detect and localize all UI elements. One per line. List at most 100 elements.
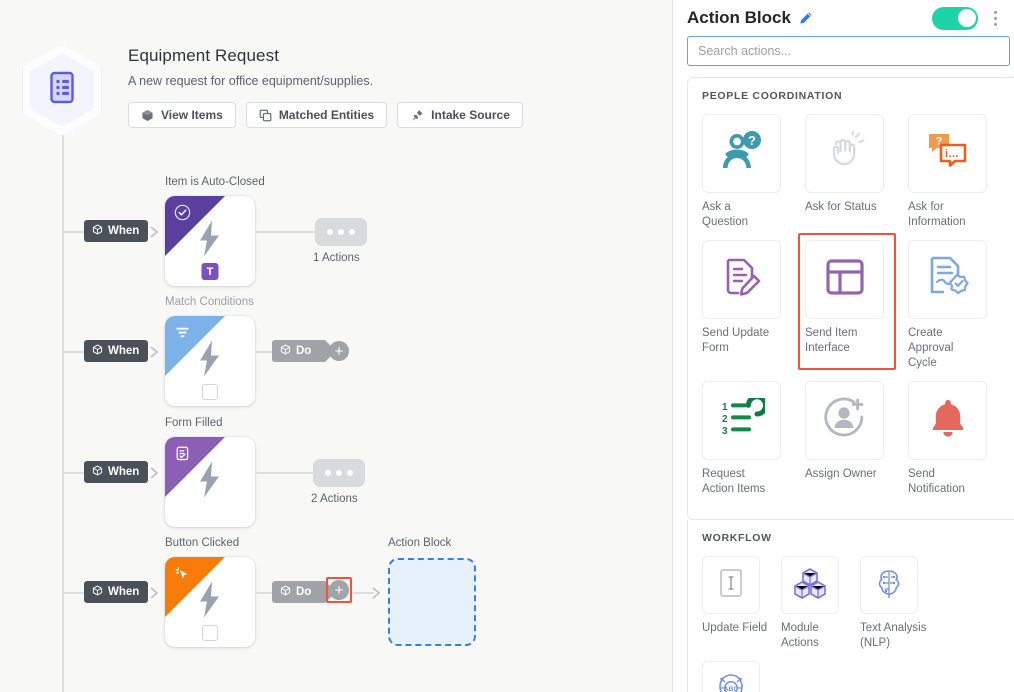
add-action-button[interactable]: + bbox=[329, 580, 349, 600]
action-card-label: Request Action Items bbox=[702, 467, 778, 497]
svg-text:i…: i… bbox=[944, 148, 958, 160]
pencil-icon[interactable] bbox=[799, 11, 813, 25]
flow-row-form-filled: Form Filled When bbox=[0, 417, 672, 547]
form-edit-icon bbox=[721, 256, 763, 303]
actions-count-label: 1 Actions bbox=[313, 252, 360, 264]
matched-entities-button[interactable]: Matched Entities bbox=[246, 102, 387, 128]
section-title: People Coordination bbox=[702, 90, 1014, 102]
when-chip-label: When bbox=[108, 225, 139, 237]
action-card-ask-for-information[interactable]: ? i… Ask for Information bbox=[908, 114, 1011, 230]
do-chip[interactable]: Do bbox=[272, 340, 325, 362]
header-button-group: View Items Matched Entities Intake Sourc… bbox=[128, 102, 523, 128]
action-card-label: Ask for Information bbox=[908, 200, 984, 230]
workflow-builder-app: Equipment Request A new request for offi… bbox=[0, 0, 1014, 692]
action-card-label: Update Field bbox=[702, 621, 774, 636]
when-chip[interactable]: When bbox=[84, 220, 148, 242]
matched-entities-label: Matched Entities bbox=[279, 108, 374, 122]
action-card-grid: Update Field bbox=[702, 556, 1014, 692]
cube-icon bbox=[141, 109, 154, 122]
when-chip-label: When bbox=[108, 466, 139, 478]
action-card-grid: ? Ask a Question bbox=[702, 114, 1014, 507]
workflow-canvas[interactable]: Equipment Request A new request for offi… bbox=[0, 0, 672, 692]
do-chip-label: Do bbox=[296, 586, 311, 598]
bell-icon bbox=[928, 397, 968, 444]
add-action-button[interactable]: + bbox=[329, 341, 349, 361]
action-card-ask-a-question[interactable]: ? Ask a Question bbox=[702, 114, 805, 230]
copy-icon bbox=[259, 109, 272, 122]
action-card-update-field[interactable]: Update Field bbox=[702, 556, 781, 651]
svg-text:3: 3 bbox=[722, 426, 728, 437]
actions-summary-chip[interactable] bbox=[313, 459, 365, 487]
node-type-badge: T bbox=[202, 263, 219, 280]
flow-row-label: Form Filled bbox=[165, 417, 223, 429]
cube-icon bbox=[92, 585, 103, 599]
cube-icon bbox=[92, 344, 103, 358]
lightning-icon bbox=[197, 461, 224, 504]
trigger-node[interactable] bbox=[165, 437, 255, 527]
brain-icon bbox=[873, 567, 905, 604]
action-card-request-action-items[interactable]: 1 2 3 Request Action Items bbox=[702, 381, 805, 497]
action-card-label: Assign Owner bbox=[805, 467, 881, 482]
search-actions-box[interactable] bbox=[687, 36, 1010, 66]
lightning-icon bbox=[197, 340, 224, 383]
view-items-button[interactable]: View Items bbox=[128, 102, 236, 128]
action-block-dropzone[interactable] bbox=[388, 558, 476, 646]
numbered-list-person-icon: 1 2 3 bbox=[719, 398, 765, 443]
trigger-node[interactable]: T bbox=[165, 196, 255, 286]
check-circle-icon bbox=[174, 204, 191, 226]
action-card-create-approval-cycle[interactable]: Create Approval Cycle bbox=[908, 240, 1011, 371]
search-input[interactable] bbox=[698, 44, 999, 58]
search-container bbox=[673, 36, 1014, 66]
arrow-icon bbox=[372, 586, 386, 598]
page-title: Equipment Request bbox=[128, 46, 523, 66]
intake-source-label: Intake Source bbox=[431, 108, 510, 122]
action-card-ask-for-status[interactable]: Ask for Status bbox=[805, 114, 908, 230]
kebab-menu-icon[interactable] bbox=[986, 11, 1004, 26]
info-chat-icon: ? i… bbox=[925, 131, 971, 176]
when-chip[interactable]: When bbox=[84, 581, 148, 603]
action-card-send-update-form[interactable]: Send Update Form bbox=[702, 240, 805, 371]
action-card-assign-owner[interactable]: Assign Owner bbox=[805, 381, 908, 497]
flow-row-label: Button Clicked bbox=[165, 537, 239, 549]
intake-source-button[interactable]: Intake Source bbox=[397, 102, 523, 128]
wave-hand-icon bbox=[824, 131, 866, 176]
action-block-panel: Action Block People Coordination bbox=[672, 0, 1014, 692]
arrow-icon bbox=[150, 345, 164, 357]
action-card-text-analysis-nlp[interactable]: Text Analysis (NLP) bbox=[860, 556, 939, 651]
cursor-click-icon bbox=[174, 565, 192, 588]
arrow-icon bbox=[150, 225, 164, 237]
enable-toggle[interactable] bbox=[932, 7, 978, 30]
when-chip[interactable]: When bbox=[84, 461, 148, 483]
action-card-label: Ask a Question bbox=[702, 200, 778, 230]
svg-text:1: 1 bbox=[722, 402, 728, 413]
action-card-send-item-interface[interactable]: Send Item Interface bbox=[805, 240, 908, 371]
section-title: Workflow bbox=[702, 532, 1014, 544]
action-card-train[interactable]: ABC Train bbox=[702, 661, 781, 692]
trigger-node[interactable] bbox=[165, 316, 255, 406]
cubes-icon bbox=[793, 567, 827, 604]
action-card-label: Ask for Status bbox=[805, 200, 881, 215]
svg-text:?: ? bbox=[748, 133, 756, 148]
when-chip[interactable]: When bbox=[84, 340, 148, 362]
flow-row-match-conditions: Match Conditions When bbox=[0, 296, 672, 426]
do-chip-label: Do bbox=[296, 345, 311, 357]
do-chip[interactable]: Do bbox=[272, 581, 325, 603]
plug-icon bbox=[410, 109, 424, 122]
svg-text:2: 2 bbox=[722, 414, 728, 425]
cube-icon bbox=[280, 344, 291, 358]
actions-summary-chip[interactable] bbox=[315, 218, 367, 246]
cube-icon bbox=[92, 465, 103, 479]
panel-header: Action Block bbox=[673, 0, 1014, 36]
flow-row-item-auto-closed: Item is Auto-Closed When bbox=[0, 176, 672, 306]
action-card-label: Module Actions bbox=[781, 621, 853, 651]
app-hexagon-badge bbox=[22, 44, 102, 136]
action-card-module-actions[interactable]: Module Actions bbox=[781, 556, 860, 651]
action-card-send-notification[interactable]: Send Notification bbox=[908, 381, 1011, 497]
action-card-label: Send Update Form bbox=[702, 326, 778, 356]
trigger-node[interactable] bbox=[165, 557, 255, 647]
canvas-header: Equipment Request A new request for offi… bbox=[128, 46, 523, 128]
form-check-icon bbox=[174, 445, 191, 467]
filter-icon bbox=[174, 324, 191, 346]
brain-abc-icon: ABC bbox=[715, 672, 747, 692]
approval-seal-icon bbox=[926, 255, 970, 304]
